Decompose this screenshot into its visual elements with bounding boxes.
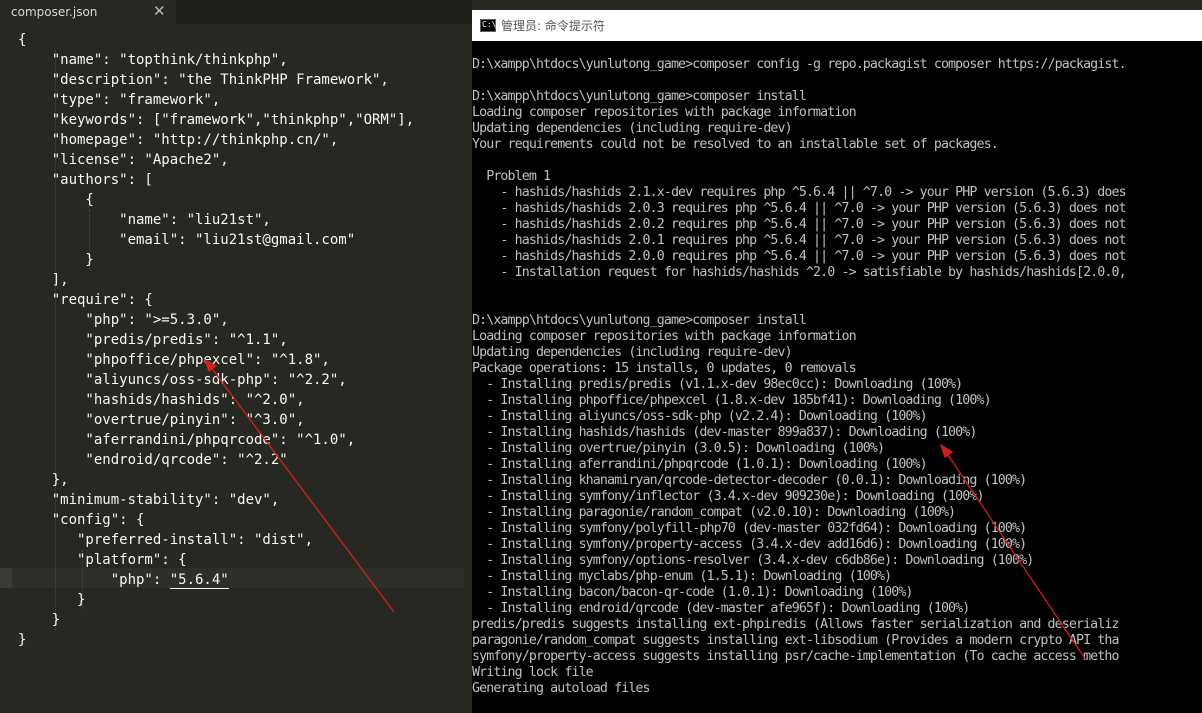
code-line: ], xyxy=(18,272,69,288)
tab-composer-json[interactable]: composer.json ✕ xyxy=(0,0,176,24)
terminal-line: - hashids/hashids 2.1.x-dev requires php… xyxy=(472,185,1126,200)
code-line: "name": "liu21st", xyxy=(18,212,271,228)
code-line: "name": "topthink/thinkphp", xyxy=(18,52,288,68)
terminal-line: Package operations: 15 installs, 0 updat… xyxy=(472,361,857,376)
code-line: "email": "liu21st@gmail.com" xyxy=(18,232,356,248)
code-line: "homepage": "http://thinkphp.cn/", xyxy=(18,132,339,148)
code-line: "overtrue/pinyin": "^3.0", xyxy=(18,412,305,428)
terminal-title: 管理员: 命令提示符 xyxy=(501,19,605,33)
terminal-line: - Installing overtrue/pinyin (3.0.5): Do… xyxy=(472,441,885,456)
terminal-line: Updating dependencies (including require… xyxy=(472,345,793,360)
code-line: "hashids/hashids": "^2.0", xyxy=(18,392,305,408)
code-line: } xyxy=(18,632,27,648)
code-line: "endroid/qrcode": "^2.2" xyxy=(18,452,288,468)
terminal-line: D:\xampp\htdocs\yunlutong_game>composer … xyxy=(472,57,1127,72)
code-line: "description": "the ThinkPHP Framework", xyxy=(18,72,389,88)
terminal-line: - Installing symfony/property-access (3.… xyxy=(472,537,1027,552)
terminal-line: - hashids/hashids 2.0.0 requires php ^5.… xyxy=(472,249,1126,264)
terminal-line: predis/predis suggests installing ext-ph… xyxy=(472,617,1119,632)
terminal-line: - Installing symfony/options-resolver (3… xyxy=(472,553,1034,568)
terminal-line: - Installing paragonie/random_compat (v2… xyxy=(472,505,956,520)
terminal-title-bar[interactable]: C:\ 管理员: 命令提示符 xyxy=(472,10,1202,41)
code-line: } xyxy=(18,592,86,608)
code-line: "config": { xyxy=(18,512,145,528)
code-line: "predis/predis": "^1.1", xyxy=(18,332,288,348)
terminal-line: paragonie/random_compat suggests install… xyxy=(472,633,1119,648)
code-line: { xyxy=(18,32,27,48)
cmd-icon: C:\ xyxy=(480,19,496,32)
code-line: "minimum-stability": "dev", xyxy=(18,492,280,508)
terminal-line: Writing lock file xyxy=(472,665,594,680)
terminal-line: - Installing aferrandini/phpqrcode (1.0.… xyxy=(472,457,927,472)
code-line: { xyxy=(18,192,94,208)
terminal-line: - Installing khanamiryan/qrcode-detector… xyxy=(472,473,1027,488)
terminal-line: - Installing myclabs/php-enum (1.5.1): D… xyxy=(472,569,892,584)
terminal-line: - Installing predis/predis (v1.1.x-dev 9… xyxy=(472,377,963,392)
code-line: "aliyuncs/oss-sdk-php": "^2.2", xyxy=(18,372,347,388)
code-line: "php": "5.6.4" xyxy=(18,570,229,590)
close-icon[interactable]: ✕ xyxy=(153,2,166,20)
terminal-line: - Installing aliyuncs/oss-sdk-php (v2.2.… xyxy=(472,409,927,424)
gutter-marker xyxy=(0,568,12,588)
cursor-value[interactable]: "5.6.4" xyxy=(169,572,229,589)
terminal-line: Generating autoload files xyxy=(472,681,651,696)
terminal-line: - Installing endroid/qrcode (dev-master … xyxy=(472,601,970,616)
code-line: } xyxy=(18,252,94,268)
code-line: "aferrandini/phpqrcode": "^1.0", xyxy=(18,432,356,448)
code-line: } xyxy=(18,612,61,628)
code-line: "authors": [ xyxy=(18,172,153,188)
editor-scrollbar[interactable] xyxy=(464,24,472,713)
code-line: "php": ">=5.3.0", xyxy=(18,312,229,328)
terminal-line: D:\xampp\htdocs\yunlutong_game>composer … xyxy=(472,313,807,328)
terminal-line: Problem 1 xyxy=(472,169,551,184)
terminal-line: - Installation request for hashids/hashi… xyxy=(472,265,1126,280)
terminal-line: D:\xampp\htdocs\yunlutong_game>composer … xyxy=(472,89,807,104)
command-prompt-window[interactable]: C:\ 管理员: 命令提示符 D:\xampp\htdocs\yunlutong… xyxy=(472,10,1202,713)
code-line: "keywords": ["framework","thinkphp","ORM… xyxy=(18,112,415,128)
code-line: "license": "Apache2", xyxy=(18,152,229,168)
terminal-line: - Installing hashids/hashids (dev-master… xyxy=(472,425,977,440)
terminal-line: Loading composer repositories with packa… xyxy=(472,329,857,344)
terminal-line: - hashids/hashids 2.0.2 requires php ^5.… xyxy=(472,217,1126,232)
code-line-key: "php": xyxy=(18,572,170,588)
tab-title: composer.json xyxy=(11,5,98,19)
terminal-line: - Installing phpoffice/phpexcel (1.8.x-d… xyxy=(472,393,991,408)
code-line: }, xyxy=(18,472,69,488)
code-line: "phpoffice/phpexcel": "^1.8", xyxy=(18,352,330,368)
terminal-line: - Installing symfony/polyfill-php70 (dev… xyxy=(472,521,1027,536)
terminal-line: - Installing bacon/bacon-qr-code (1.0.1)… xyxy=(472,585,913,600)
terminal-line: - hashids/hashids 2.0.1 requires php ^5.… xyxy=(472,233,1126,248)
terminal-line: Your requirements could not be resolved … xyxy=(472,137,999,152)
code-line: "platform": { xyxy=(18,552,187,568)
code-editor[interactable]: composer.json ✕ { "name": "topthink/thin… xyxy=(0,0,472,713)
cmd-icon-label: C:\ xyxy=(482,20,497,29)
code-line: "preferred-install": "dist", xyxy=(18,532,314,548)
editor-tab-bar: composer.json ✕ xyxy=(0,0,472,24)
code-line: "type": "framework", xyxy=(18,92,221,108)
terminal-line: - hashids/hashids 2.0.3 requires php ^5.… xyxy=(472,201,1126,216)
terminal-line: - Installing symfony/inflector (3.4.x-de… xyxy=(472,489,984,504)
terminal-line: Updating dependencies (including require… xyxy=(472,121,793,136)
code-line: "require": { xyxy=(18,292,153,308)
terminal-line: Loading composer repositories with packa… xyxy=(472,105,857,120)
terminal-line: symfony/property-access suggests install… xyxy=(472,649,1119,664)
